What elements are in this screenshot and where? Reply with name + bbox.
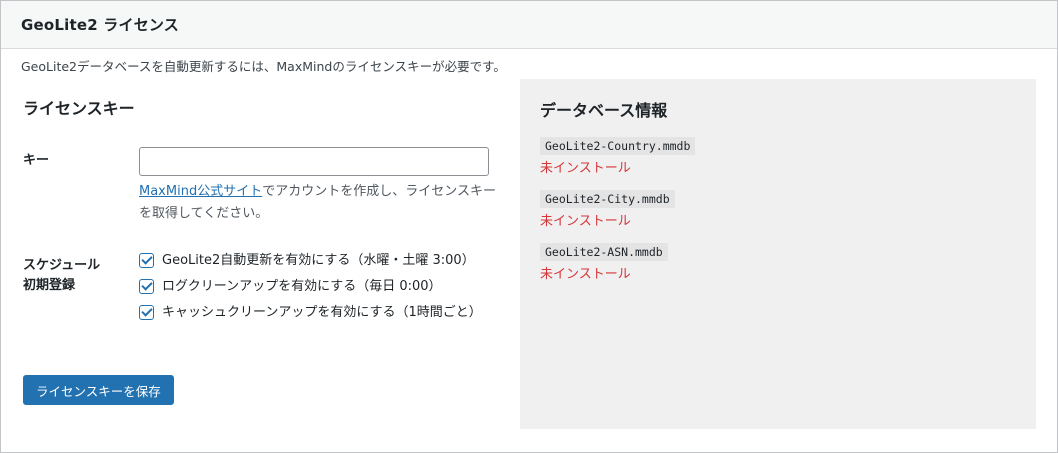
- option-cache-cleanup[interactable]: キャッシュクリーンアップを有効にする（1時間ごと）: [139, 303, 489, 322]
- schedule-label-line2: 初期登録: [23, 278, 76, 293]
- db-file-name: GeoLite2-City.mmdb: [540, 190, 675, 208]
- log-cleanup-label: ログクリーンアップを有効にする（毎日 0:00）: [162, 279, 442, 294]
- key-help-text: MaxMind公式サイトでアカウントを作成し、ライセンスキーを取得してください。: [139, 181, 499, 225]
- geolite-auto-update-checkbox[interactable]: [139, 253, 154, 268]
- cache-cleanup-checkbox[interactable]: [139, 305, 154, 320]
- schedule-label-line1: スケジュール: [23, 258, 101, 273]
- schedule-label: スケジュール 初期登録: [23, 256, 100, 296]
- maxmind-site-link[interactable]: MaxMind公式サイト: [139, 184, 262, 199]
- db-status: 未インストール: [540, 214, 631, 229]
- key-label: キー: [23, 153, 50, 168]
- save-license-key-button[interactable]: ライセンスキーを保存: [23, 375, 174, 405]
- option-geolite-auto-update[interactable]: GeoLite2自動更新を有効にする（水曜・土曜 3:00）: [139, 251, 489, 270]
- panel-title: GeoLite2 ライセンス: [21, 16, 179, 34]
- license-key-input[interactable]: [139, 147, 489, 176]
- database-info-box: データベース情報 GeoLite2-Country.mmdb 未インストール G…: [520, 79, 1036, 429]
- geolite-auto-update-label: GeoLite2自動更新を有効にする（水曜・土曜 3:00）: [162, 253, 475, 268]
- db-item-country: GeoLite2-Country.mmdb 未インストール: [540, 135, 696, 176]
- db-item-city: GeoLite2-City.mmdb 未インストール: [540, 188, 675, 229]
- panel-header: GeoLite2 ライセンス: [1, 1, 1057, 49]
- panel-description: GeoLite2データベースを自動更新するには、MaxMindのライセンスキーが…: [21, 59, 506, 74]
- db-status: 未インストール: [540, 267, 631, 282]
- db-item-asn: GeoLite2-ASN.mmdb 未インストール: [540, 241, 668, 282]
- option-log-cleanup[interactable]: ログクリーンアップを有効にする（毎日 0:00）: [139, 277, 489, 296]
- db-file-name: GeoLite2-Country.mmdb: [540, 137, 696, 155]
- db-file-name: GeoLite2-ASN.mmdb: [540, 243, 668, 261]
- database-info-heading: データベース情報: [540, 101, 668, 120]
- geolite-license-panel: GeoLite2 ライセンス GeoLite2データベースを自動更新するには、M…: [0, 0, 1058, 453]
- db-status: 未インストール: [540, 161, 631, 176]
- cache-cleanup-label: キャッシュクリーンアップを有効にする（1時間ごと）: [162, 305, 482, 320]
- log-cleanup-checkbox[interactable]: [139, 279, 154, 294]
- license-key-heading: ライセンスキー: [23, 99, 135, 118]
